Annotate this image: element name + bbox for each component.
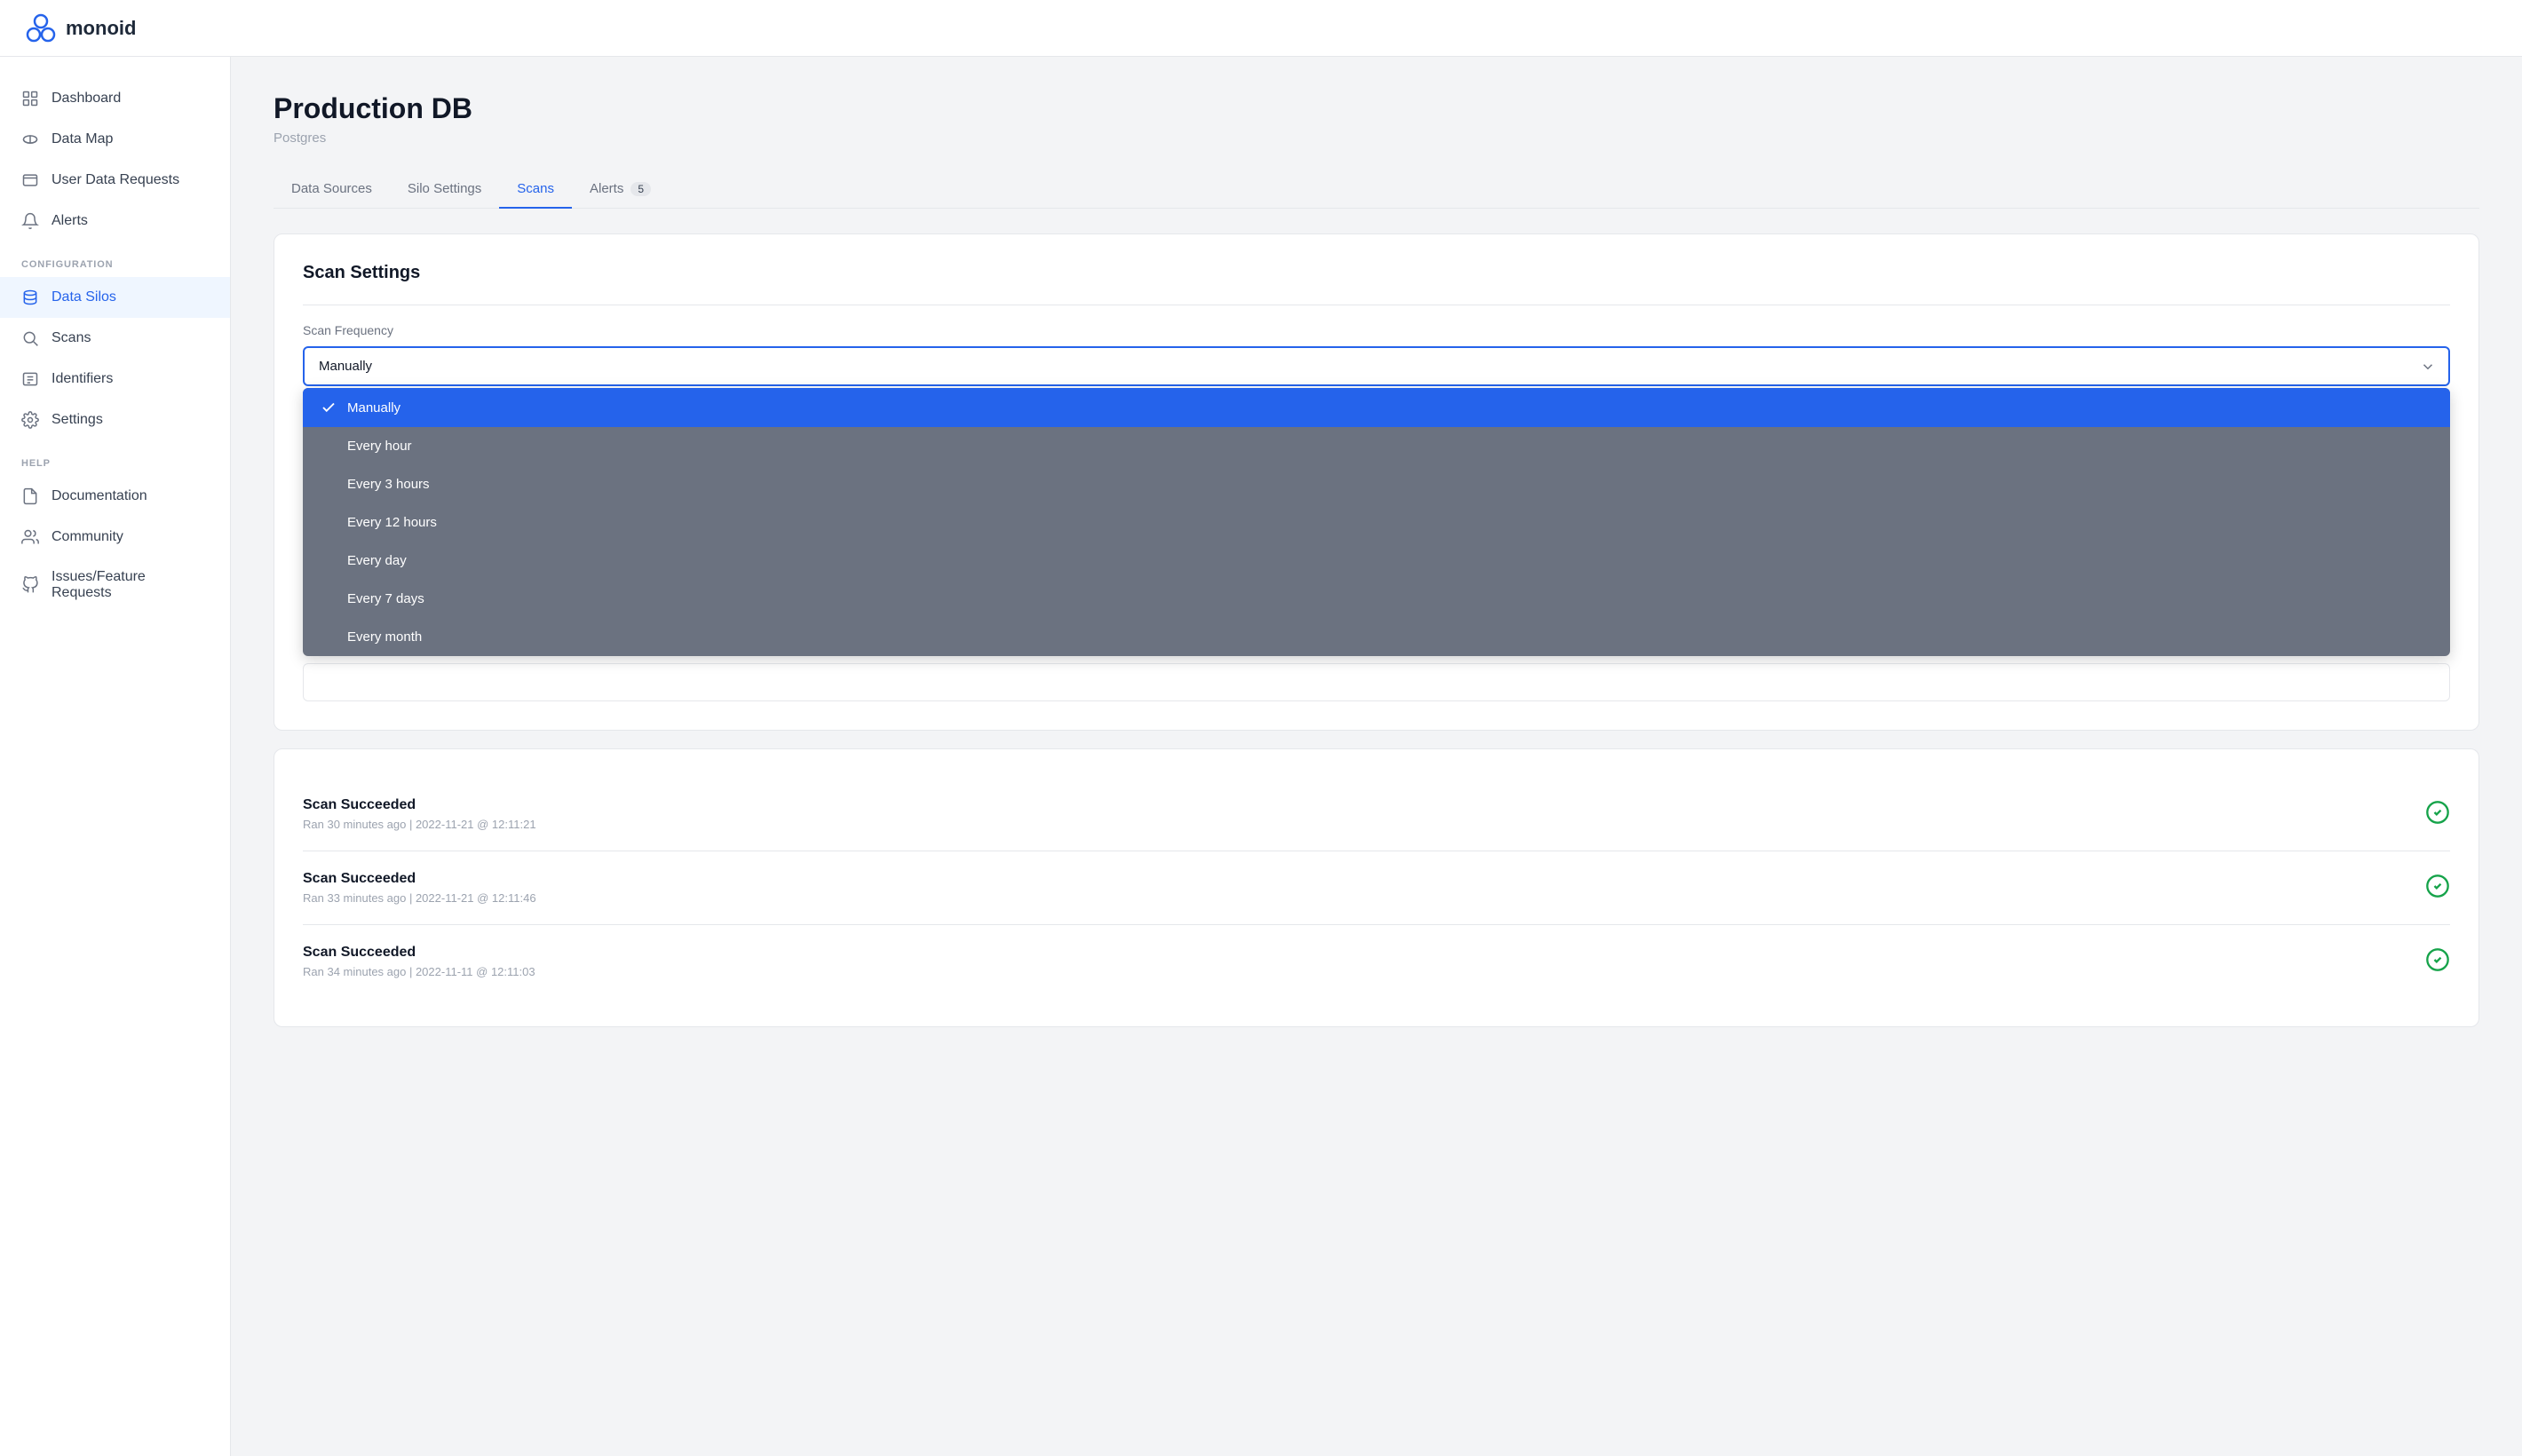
sidebar-label-documentation: Documentation: [52, 488, 147, 504]
scan-settings-title: Scan Settings: [303, 263, 2450, 283]
scan-frequency-select[interactable]: Manually: [303, 346, 2450, 386]
scan-success-icon-3: [2425, 947, 2450, 977]
sidebar-label-issues: Issues/Feature Requests: [52, 569, 209, 601]
settings-icon: [21, 411, 39, 429]
scan-text-input[interactable]: [303, 663, 2450, 701]
github-icon: [21, 576, 39, 594]
scan-success-icon-2: [2425, 874, 2450, 903]
scan-frequency-label: Scan Frequency: [303, 323, 2450, 337]
sidebar-item-scans[interactable]: Scans: [0, 318, 230, 359]
logo-icon: [25, 12, 57, 44]
scan-result-3-info: Scan Succeeded Ran 34 minutes ago | 2022…: [303, 945, 535, 978]
data-map-icon: [21, 131, 39, 148]
dropdown-option-every-day[interactable]: Every day: [303, 542, 2450, 580]
scan-result-2-info: Scan Succeeded Ran 33 minutes ago | 2022…: [303, 871, 536, 905]
sidebar-label-alerts: Alerts: [52, 213, 88, 229]
option-label-every-day: Every day: [347, 553, 407, 568]
selected-value: Manually: [319, 359, 372, 374]
option-label-every-12-hours: Every 12 hours: [347, 515, 437, 530]
sidebar-item-issues[interactable]: Issues/Feature Requests: [0, 558, 230, 613]
sidebar-label-user-data-requests: User Data Requests: [52, 172, 179, 188]
sidebar-item-user-data-requests[interactable]: User Data Requests: [0, 160, 230, 201]
logo[interactable]: monoid: [25, 12, 136, 44]
sidebar-item-identifiers[interactable]: Identifiers: [0, 359, 230, 400]
option-label-every-month: Every month: [347, 629, 422, 645]
data-silos-icon: [21, 289, 39, 306]
option-label-every-7-days: Every 7 days: [347, 591, 424, 606]
sidebar-item-documentation[interactable]: Documentation: [0, 476, 230, 517]
config-section-label: CONFIGURATION: [0, 241, 230, 277]
scan-result-3: Scan Succeeded Ran 34 minutes ago | 2022…: [303, 925, 2450, 998]
main-content: Production DB Postgres Data Sources Silo…: [231, 57, 2522, 1456]
identifiers-icon: [21, 370, 39, 388]
sidebar-item-settings[interactable]: Settings: [0, 400, 230, 440]
tab-scans[interactable]: Scans: [499, 170, 572, 209]
sidebar-label-community: Community: [52, 529, 123, 545]
sidebar-label-data-map: Data Map: [52, 131, 113, 147]
scan-result-2-title: Scan Succeeded: [303, 871, 536, 887]
sidebar-label-identifiers: Identifiers: [52, 371, 113, 387]
sidebar-label-data-silos: Data Silos: [52, 289, 116, 305]
tabs: Data Sources Silo Settings Scans Alerts …: [274, 170, 2479, 209]
user-requests-icon: [21, 171, 39, 189]
app-header: monoid: [0, 0, 2522, 57]
tab-silo-settings[interactable]: Silo Settings: [390, 170, 499, 209]
dropdown-option-manually[interactable]: Manually: [303, 388, 2450, 427]
option-label-manually: Manually: [347, 400, 401, 415]
scan-frequency-field: Scan Frequency Manually Manually: [303, 323, 2450, 386]
page-subtitle: Postgres: [274, 131, 2479, 146]
community-icon: [21, 528, 39, 546]
docs-icon: [21, 487, 39, 505]
dropdown-option-every-hour[interactable]: Every hour: [303, 427, 2450, 465]
dropdown-option-every-12-hours[interactable]: Every 12 hours: [303, 503, 2450, 542]
sidebar: Dashboard Data Map User Data Requests Al…: [0, 57, 231, 1456]
scan-result-1: Scan Succeeded Ran 30 minutes ago | 2022…: [303, 778, 2450, 851]
dropdown-option-every-7-days[interactable]: Every 7 days: [303, 580, 2450, 618]
sidebar-item-alerts[interactable]: Alerts: [0, 201, 230, 241]
dashboard-icon: [21, 90, 39, 107]
scans-icon: [21, 329, 39, 347]
alerts-nav-icon: [21, 212, 39, 230]
check-icon: [321, 400, 337, 415]
scan-result-3-subtitle: Ran 34 minutes ago | 2022-11-11 @ 12:11:…: [303, 965, 535, 978]
sidebar-item-dashboard[interactable]: Dashboard: [0, 78, 230, 119]
scan-result-1-title: Scan Succeeded: [303, 797, 536, 813]
frequency-dropdown: Manually Every hour Every 3 hours E: [303, 388, 2450, 656]
alerts-badge: 5: [630, 182, 651, 196]
option-label-every-3-hours: Every 3 hours: [347, 477, 430, 492]
page-title: Production DB: [274, 92, 2479, 125]
sidebar-label-scans: Scans: [52, 330, 91, 346]
scan-result-2: Scan Succeeded Ran 33 minutes ago | 2022…: [303, 851, 2450, 925]
tab-data-sources[interactable]: Data Sources: [274, 170, 390, 209]
scan-result-2-subtitle: Ran 33 minutes ago | 2022-11-21 @ 12:11:…: [303, 891, 536, 905]
dropdown-option-every-3-hours[interactable]: Every 3 hours: [303, 465, 2450, 503]
sidebar-label-dashboard: Dashboard: [52, 91, 121, 107]
tab-alerts[interactable]: Alerts 5: [572, 170, 669, 209]
dropdown-option-every-month[interactable]: Every month: [303, 618, 2450, 656]
scan-results-card: Scan Succeeded Ran 30 minutes ago | 2022…: [274, 748, 2479, 1027]
scan-success-icon-1: [2425, 800, 2450, 829]
sidebar-label-settings: Settings: [52, 412, 103, 428]
option-label-every-hour: Every hour: [347, 439, 412, 454]
help-section-label: HELP: [0, 440, 230, 476]
scan-result-1-info: Scan Succeeded Ran 30 minutes ago | 2022…: [303, 797, 536, 831]
sidebar-item-data-map[interactable]: Data Map: [0, 119, 230, 160]
scan-result-3-title: Scan Succeeded: [303, 945, 535, 961]
scan-result-1-subtitle: Ran 30 minutes ago | 2022-11-21 @ 12:11:…: [303, 818, 536, 831]
sidebar-item-community[interactable]: Community: [0, 517, 230, 558]
scan-frequency-select-wrapper: Manually Manually Every hour: [303, 346, 2450, 386]
scan-settings-card: Scan Settings Scan Frequency Manually: [274, 233, 2479, 731]
sidebar-item-data-silos[interactable]: Data Silos: [0, 277, 230, 318]
